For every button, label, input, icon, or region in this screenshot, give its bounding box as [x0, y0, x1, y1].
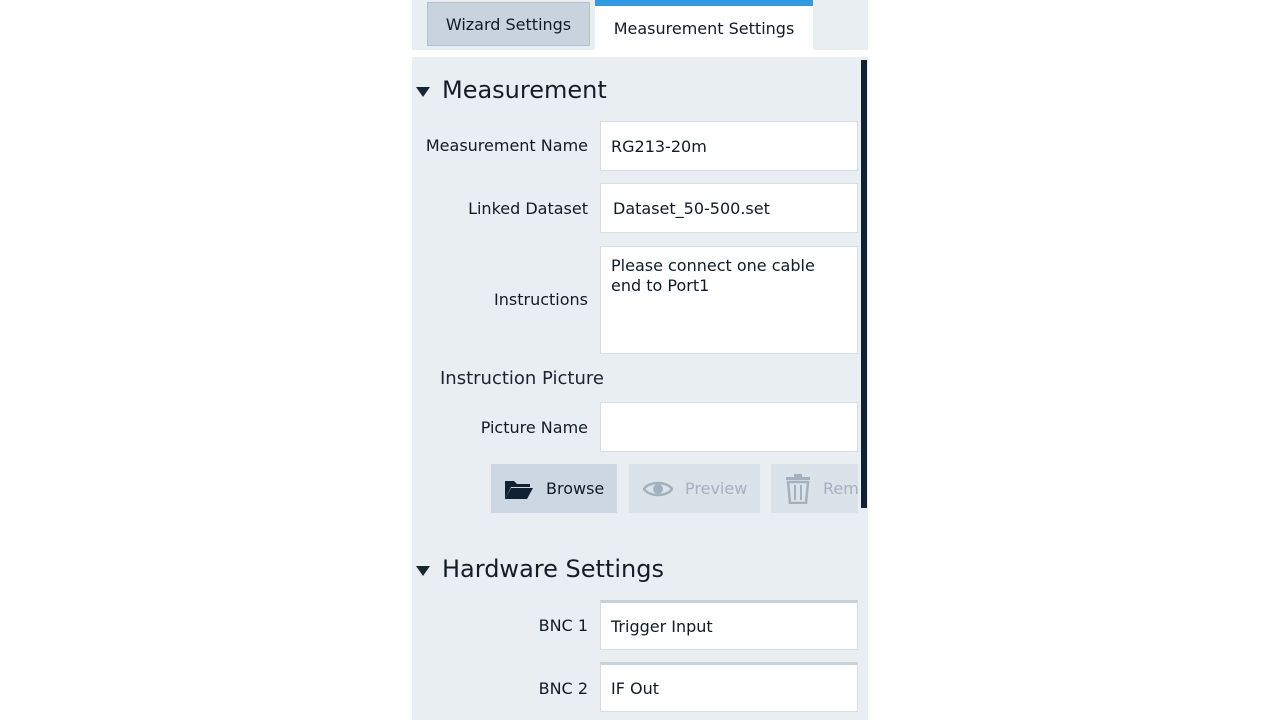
instructions-textarea[interactable]: Please connect one cable end to Port1 [600, 246, 858, 354]
app-screen: Wizard Settings Measurement Settings Mea… [0, 0, 1280, 720]
linked-dataset-value: Dataset_50-500.set [613, 198, 770, 218]
remove-button[interactable]: Rem [771, 464, 858, 513]
browse-button[interactable]: Browse [491, 464, 617, 513]
tab-wizard-settings[interactable]: Wizard Settings [427, 2, 590, 46]
remove-button-label: Rem [823, 479, 858, 498]
picture-name-input[interactable] [600, 402, 858, 452]
preview-button-label: Preview [685, 479, 748, 498]
eye-icon [642, 479, 674, 499]
scrollbar[interactable] [861, 60, 867, 508]
bnc1-label: BNC 1 [538, 616, 588, 635]
bnc2-label: BNC 2 [538, 679, 588, 698]
bnc1-select[interactable]: Trigger Input [600, 600, 858, 650]
triangle-down-icon[interactable] [416, 566, 430, 576]
tab-measurement-settings-label: Measurement Settings [613, 18, 795, 38]
tab-wizard-settings-label: Wizard Settings [445, 14, 572, 34]
measurement-name-input[interactable]: RG213-20m [600, 121, 858, 171]
instructions-label: Instructions [494, 290, 588, 309]
measurement-name-label: Measurement Name [425, 136, 588, 155]
linked-dataset-field[interactable]: Dataset_50-500.set [600, 183, 858, 233]
measurement-section-header[interactable]: Measurement [416, 76, 607, 104]
instruction-picture-heading: Instruction Picture [440, 368, 604, 389]
tab-measurement-settings[interactable]: Measurement Settings [595, 0, 813, 50]
hardware-section-header[interactable]: Hardware Settings [416, 555, 664, 583]
measurement-section-title: Measurement [442, 76, 607, 104]
trash-icon [785, 473, 811, 504]
instructions-value: Please connect one cable end to Port1 [611, 256, 815, 295]
triangle-down-icon[interactable] [416, 87, 430, 97]
bnc2-value: IF Out [611, 678, 660, 698]
picture-name-label: Picture Name [480, 418, 588, 437]
tab-strip-divider [412, 50, 868, 57]
preview-button[interactable]: Preview [629, 464, 760, 513]
bnc2-select[interactable]: IF Out [600, 662, 858, 712]
hardware-section-title: Hardware Settings [442, 555, 664, 583]
bnc1-value: Trigger Input [611, 616, 713, 636]
browse-button-label: Browse [546, 479, 605, 498]
linked-dataset-label: Linked Dataset [468, 199, 588, 218]
folder-open-icon [504, 478, 534, 500]
measurement-name-value: RG213-20m [611, 136, 707, 156]
